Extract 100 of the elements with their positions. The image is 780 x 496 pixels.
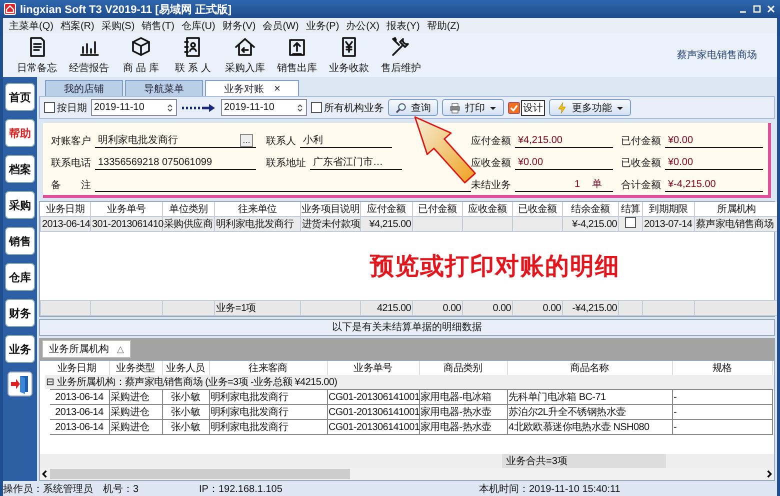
table-cell: ¥4,215.00 xyxy=(369,218,411,230)
table-cell: ¥-4,215.00 xyxy=(572,218,617,230)
text-field[interactable]: ¥4,215.00 xyxy=(515,133,613,148)
menu-item[interactable]: 办公(X) xyxy=(346,18,380,32)
text-field[interactable]: ¥0.00 xyxy=(665,133,763,148)
column-header[interactable]: 业务类型 xyxy=(109,361,162,375)
menu-item[interactable]: 业务(P) xyxy=(306,18,340,32)
toolbar-button[interactable]: 日常备忘 xyxy=(13,35,61,75)
sidebar-button[interactable]: 帮助 xyxy=(5,119,35,147)
text-field[interactable]: 小利 xyxy=(300,133,392,148)
column-header[interactable]: 往来客商 xyxy=(209,361,327,375)
date-field[interactable]: 2019-11-10 xyxy=(221,99,307,116)
column-header[interactable]: 应收金额 xyxy=(462,202,512,216)
total-cell: 业务合共=3项 xyxy=(502,454,666,468)
text-field[interactable]: 明利家电批发商行 … xyxy=(95,133,256,148)
print-button[interactable]: 打印 xyxy=(442,99,504,116)
shop-name: 蔡声家电销售商场 xyxy=(677,48,757,62)
table-cell: 家用电器-电冰箱 xyxy=(420,392,492,403)
column-header[interactable]: 规格 xyxy=(672,361,772,375)
group-row[interactable]: ⊟ 业务所属机构：蔡声家电销售商场 (业务=3项 -业务总额 ¥4215.00) xyxy=(46,377,338,388)
menu-item[interactable]: 帮助(Z) xyxy=(426,18,460,32)
column-header[interactable]: 业务日期 xyxy=(40,202,90,216)
sidebar-button[interactable]: 档案 xyxy=(5,155,35,183)
table-cell: 进货未付款项 xyxy=(302,219,360,230)
search-icon xyxy=(395,102,407,114)
sidebar-button[interactable]: 销售 xyxy=(5,227,35,255)
column-header[interactable]: 业务单号 xyxy=(327,361,419,375)
table-cell: 明利家电批发商行 xyxy=(210,407,288,418)
menu-item[interactable]: 销售(T) xyxy=(142,18,174,32)
more-functions-button[interactable]: 更多功能 xyxy=(549,99,631,116)
box-icon xyxy=(129,35,153,59)
spinner-icon[interactable] xyxy=(166,102,174,114)
tab[interactable]: 我的店铺 xyxy=(45,80,123,96)
field-label: 联系地址 xyxy=(266,156,306,170)
tab[interactable]: 业务对账 × xyxy=(205,80,300,96)
menu-item[interactable]: 仓库(U) xyxy=(181,18,216,32)
menu-item[interactable]: 主菜单(Q) xyxy=(9,18,54,32)
text-field[interactable]: 1 单 xyxy=(515,177,613,192)
toolbar-button[interactable]: 采购入库 xyxy=(221,35,269,75)
annotation-text: 预览或打印对账的明细 xyxy=(370,252,620,282)
menu-item[interactable]: 财务(V) xyxy=(222,18,256,32)
lightning-icon xyxy=(556,102,568,114)
total-cell: 0.00 xyxy=(542,302,561,314)
table-cell: 2013-06-14 xyxy=(42,218,90,230)
group-chip[interactable]: 业务所属机构 △ xyxy=(42,340,131,358)
text-field[interactable]: ¥0.00 xyxy=(515,155,613,170)
field-label: 备 注 xyxy=(51,178,91,192)
settled-checkbox[interactable] xyxy=(625,217,636,228)
column-header[interactable]: 所属机构 xyxy=(694,202,777,216)
sidebar-button[interactable]: 首页 xyxy=(5,83,35,111)
text-field[interactable]: 13356569218 075061099 xyxy=(95,155,256,170)
spinner-icon[interactable] xyxy=(296,102,304,114)
column-header[interactable]: 业务人员 xyxy=(162,361,209,375)
sidebar-button[interactable]: 仓库 xyxy=(5,263,35,291)
column-header[interactable]: 业务项目说明 xyxy=(300,202,360,216)
column-header[interactable]: 到期期限 xyxy=(642,202,694,216)
column-header[interactable]: 已付金额 xyxy=(412,202,462,216)
column-header[interactable]: 业务日期 xyxy=(45,361,109,375)
sidebar-button[interactable]: 财务 xyxy=(5,299,35,327)
toolbar-button[interactable]: 销售出库 xyxy=(273,35,321,75)
table-cell: 301-2013061410 xyxy=(92,218,164,230)
column-header[interactable]: 商品类别 xyxy=(419,361,507,375)
column-header[interactable]: 商品名称 xyxy=(507,361,672,375)
toolbar-button[interactable]: 联 系 人 xyxy=(169,35,217,75)
column-header[interactable]: 应付金额 xyxy=(360,202,412,216)
horizontal-scrollbar[interactable] xyxy=(40,468,774,480)
column-header[interactable]: 业务单号 xyxy=(90,202,162,216)
query-button[interactable]: 查询 xyxy=(388,99,438,116)
field-label: 联系电话 xyxy=(51,156,91,170)
sidebar-button[interactable]: 采购 xyxy=(5,191,35,219)
table-cell: 张小敏 xyxy=(170,407,200,418)
total-cell: 业务=1项 xyxy=(216,303,256,314)
range-arrow-icon xyxy=(181,102,217,112)
column-header[interactable]: 结余金额 xyxy=(562,202,618,216)
tab[interactable]: 导航菜单 xyxy=(125,80,203,96)
total-cell: -¥4,215.00 xyxy=(572,302,617,314)
toolbar-button[interactable]: 售后维护 xyxy=(377,35,425,75)
toolbar-button[interactable]: 业务收款 xyxy=(325,35,373,75)
exit-door-icon[interactable] xyxy=(7,371,33,397)
sidebar-button[interactable]: 业务 xyxy=(5,335,35,363)
table-cell: 明利家电批发商行 xyxy=(210,392,288,403)
menu-item[interactable]: 档案(R) xyxy=(60,18,94,32)
menu-item[interactable]: 采购(S) xyxy=(101,18,135,32)
text-field[interactable]: ¥0.00 xyxy=(665,155,763,170)
toolbar-button[interactable]: 商 品 库 xyxy=(117,35,165,75)
checkbox[interactable]: 所有机构业务 xyxy=(311,100,384,114)
column-header[interactable]: 单位类别 xyxy=(162,202,214,216)
date-field[interactable]: 2019-11-10 xyxy=(91,99,177,116)
status-text: 操作员：系统管理员 xyxy=(3,482,94,496)
menu-item[interactable]: 会员(W) xyxy=(262,18,299,32)
text-field[interactable]: ¥-4,215.00 xyxy=(665,177,763,192)
text-field[interactable]: 广东省江门市… xyxy=(310,155,402,170)
maximize-icon[interactable] xyxy=(752,4,762,14)
close-icon[interactable] xyxy=(766,4,776,14)
browse-button[interactable]: … xyxy=(240,134,253,146)
column-header[interactable]: 往来单位 xyxy=(214,202,300,216)
toolbar-button[interactable]: 经营报告 xyxy=(65,35,113,75)
column-header[interactable]: 已收金额 xyxy=(512,202,562,216)
checkbox[interactable]: 按日期 xyxy=(44,100,87,114)
menu-item[interactable]: 报表(Y) xyxy=(386,18,420,32)
